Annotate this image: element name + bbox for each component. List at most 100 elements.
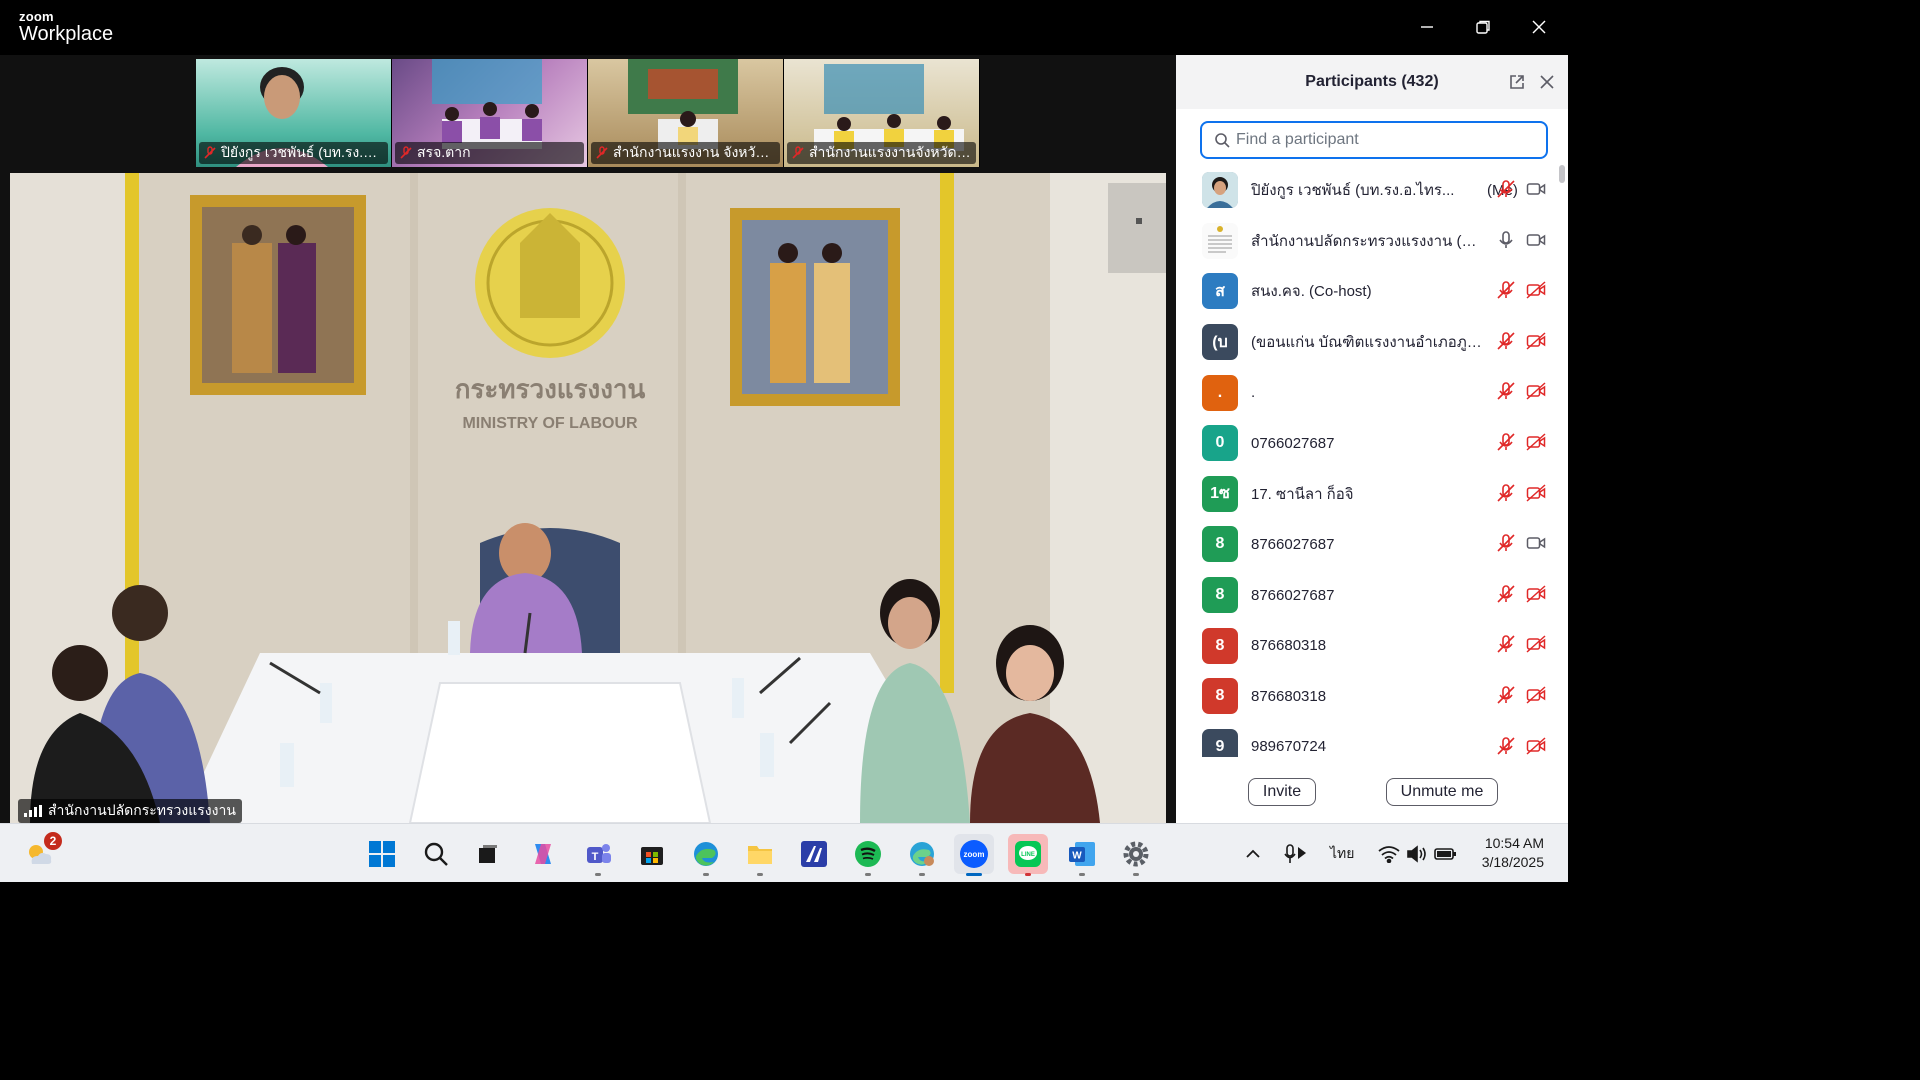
file-explorer[interactable]: [740, 834, 780, 876]
participant-row[interactable]: (บ (ขอนแก่น บัณฑิตแรงงานอำเภอภูเวีย...: [1176, 317, 1556, 368]
participant-status-icons: [1496, 230, 1546, 250]
start-button[interactable]: [362, 834, 402, 874]
participant-row[interactable]: 1ซ 17. ซานีลา ก็อจิ: [1176, 469, 1556, 520]
line-app[interactable]: LINE: [1008, 834, 1048, 876]
participant-status-icons: [1496, 432, 1546, 452]
search-icon: [1215, 133, 1230, 148]
popout-button[interactable]: [1508, 73, 1526, 91]
participant-name: 17. ซานีลา ก็อจิ: [1251, 485, 1354, 503]
thumbnail-name: สำนักงานแรงงานจังหวัดนค...: [787, 142, 976, 164]
mic-muted-icon[interactable]: [1496, 634, 1516, 654]
mic-muted-icon[interactable]: [1496, 432, 1516, 452]
participant-row[interactable]: ..: [1176, 367, 1556, 418]
video-off-icon[interactable]: [1526, 280, 1546, 300]
mic-muted-icon[interactable]: [1496, 381, 1516, 401]
participant-name: 8766027687: [1251, 586, 1335, 604]
video-off-icon[interactable]: [1526, 634, 1546, 654]
edge-icon: [694, 842, 718, 866]
mic-muted-icon[interactable]: [1496, 533, 1516, 553]
mic-muted-icon[interactable]: [1496, 331, 1516, 351]
video-on-icon[interactable]: [1526, 533, 1546, 553]
system-tray: ไทย: [1244, 824, 1458, 883]
video-off-icon[interactable]: [1526, 483, 1546, 503]
video-off-icon[interactable]: [1526, 331, 1546, 351]
chevron-up-icon[interactable]: [1244, 845, 1262, 863]
microphone-active-icon[interactable]: [1284, 843, 1308, 865]
store-app[interactable]: [632, 834, 672, 874]
participant-list-scrollbar[interactable]: [1559, 165, 1565, 757]
wifi-icon[interactable]: [1378, 845, 1401, 863]
spotify-icon: [855, 841, 881, 867]
teams-icon: T: [587, 844, 611, 863]
video-off-icon[interactable]: [1526, 736, 1546, 756]
battery-icon[interactable]: [1434, 845, 1458, 863]
participant-row[interactable]: 8 876680318: [1176, 671, 1556, 722]
participant-row[interactable]: ส สนง.คจ. (Co-host): [1176, 266, 1556, 317]
avatar-initial: 9: [1202, 728, 1238, 757]
close-panel-button[interactable]: [1538, 73, 1556, 91]
mic-muted-icon[interactable]: [1496, 685, 1516, 705]
spotify-app[interactable]: [848, 834, 888, 876]
zoom-app[interactable]: zoom: [954, 834, 994, 876]
close-window-button[interactable]: [1524, 12, 1554, 42]
participant-name: สนง.คจ. (Co-host): [1251, 283, 1372, 301]
teams-app[interactable]: T: [578, 834, 618, 876]
mic-muted-icon[interactable]: [1496, 179, 1516, 199]
minimize-button[interactable]: [1412, 12, 1442, 42]
system-clock[interactable]: 10:54 AM 3/18/2025: [1482, 834, 1544, 872]
video-thumbnail[interactable]: สำนักงานแรงงานจังหวัดนค...: [784, 59, 980, 167]
main-video[interactable]: กระทรวงแรงงาน MINISTRY OF LABOUR สำนักงา…: [10, 173, 1166, 823]
video-off-icon[interactable]: [1526, 381, 1546, 401]
mic-on-icon[interactable]: [1496, 230, 1516, 250]
active-speaker-video: กระทรวงแรงงาน MINISTRY OF LABOUR: [10, 173, 1166, 823]
weather-badge: 2: [44, 832, 62, 850]
svg-text:zoom: zoom: [964, 850, 985, 859]
participant-row[interactable]: 0 0766027687: [1176, 418, 1556, 469]
participant-row[interactable]: 8 8766027687: [1176, 570, 1556, 621]
participant-search[interactable]: [1200, 121, 1548, 159]
edge-profile-app[interactable]: [902, 834, 942, 876]
mic-muted-icon[interactable]: [1496, 483, 1516, 503]
participant-status-icons: [1496, 381, 1546, 401]
participant-row[interactable]: 8 8766027687: [1176, 519, 1556, 570]
mic-muted-icon[interactable]: [1496, 736, 1516, 756]
search-input[interactable]: [1236, 131, 1526, 149]
video-on-icon[interactable]: [1526, 179, 1546, 199]
edge-browser[interactable]: [686, 834, 726, 876]
settings-app[interactable]: [1116, 834, 1156, 876]
avatar-initial: 8: [1202, 627, 1238, 664]
edge-profile-icon: [910, 842, 934, 866]
weather-widget[interactable]: 2: [20, 832, 62, 874]
participant-status-icons: [1496, 634, 1546, 654]
video-thumbnail[interactable]: สำนักงานแรงงาน จังหวัดก...: [588, 59, 784, 167]
language-indicator[interactable]: ไทย: [1330, 843, 1354, 865]
video-off-icon[interactable]: [1526, 432, 1546, 452]
copilot-app[interactable]: [523, 834, 563, 874]
participant-row[interactable]: 8 876680318: [1176, 620, 1556, 671]
participant-row[interactable]: สำนักงานปลัดกระทรวงแรงงาน (Host): [1176, 216, 1556, 267]
search-button[interactable]: [416, 834, 456, 874]
clock-time: 10:54 AM: [1484, 835, 1544, 851]
participant-row[interactable]: ปิยังกูร เวชพันธ์ (บท.รง.อ.ไทร... (Me): [1176, 165, 1556, 216]
participant-name: ปิยังกูร เวชพันธ์ (บท.รง.อ.ไทร...: [1251, 182, 1455, 200]
video-on-icon[interactable]: [1526, 230, 1546, 250]
mic-muted-icon[interactable]: [1496, 280, 1516, 300]
participant-row[interactable]: 9 989670724: [1176, 722, 1556, 757]
task-view-button[interactable]: [468, 834, 508, 874]
unmute-me-button[interactable]: Unmute me: [1386, 778, 1498, 806]
video-thumbnail[interactable]: สรจ.ตาก: [392, 59, 588, 167]
mic-muted-icon: [596, 146, 608, 159]
volume-icon[interactable]: [1406, 844, 1428, 863]
video-off-icon[interactable]: [1526, 685, 1546, 705]
word-icon: W: [1069, 842, 1095, 866]
word-app[interactable]: W: [1062, 834, 1102, 876]
restore-button[interactable]: [1468, 12, 1498, 42]
windows-icon: [369, 841, 395, 867]
participant-name: 989670724: [1251, 738, 1327, 756]
app-launcher[interactable]: [794, 834, 834, 874]
mic-muted-icon[interactable]: [1496, 584, 1516, 604]
participant-status-icons: [1496, 280, 1546, 300]
invite-button[interactable]: Invite: [1248, 778, 1316, 806]
video-thumbnail[interactable]: ปิยังกูร เวชพันธ์ (บท.รง.อ.ไ...: [196, 59, 392, 167]
video-off-icon[interactable]: [1526, 584, 1546, 604]
